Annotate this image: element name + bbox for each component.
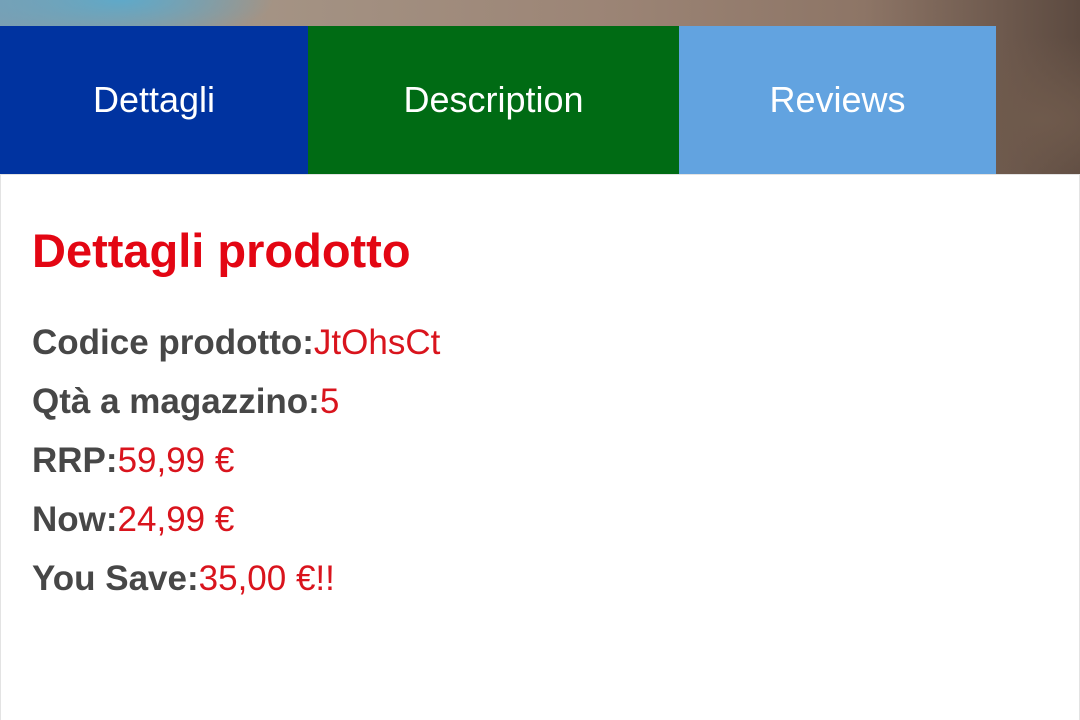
detail-label: Codice prodotto:	[32, 323, 314, 362]
detail-value: 5	[319, 382, 340, 421]
detail-label: Now:	[32, 500, 118, 539]
detail-row-rrp: RRP:59,99 €	[32, 439, 440, 498]
detail-row-now-price: Now:24,99 €	[32, 498, 440, 557]
detail-value: 24,99 €	[117, 500, 235, 539]
detail-label: Qtà a magazzino:	[32, 382, 320, 421]
product-tabs: Dettagli Description Reviews	[0, 26, 996, 174]
detail-value: 59,99 €	[117, 441, 235, 480]
detail-value: JtOhsCt	[313, 323, 441, 362]
details-panel: Dettagli prodotto Codice prodotto:JtOhsC…	[0, 174, 1080, 720]
detail-value: 35,00 €!!	[198, 559, 335, 598]
detail-row-product-code: Codice prodotto:JtOhsCt	[32, 321, 440, 380]
detail-label: You Save:	[32, 559, 199, 598]
tab-details[interactable]: Dettagli	[0, 26, 308, 174]
detail-label: RRP:	[32, 441, 118, 480]
tab-reviews[interactable]: Reviews	[679, 26, 996, 174]
details-title: Dettagli prodotto	[32, 224, 411, 277]
detail-row-savings: You Save:35,00 €!!	[32, 557, 440, 616]
tab-description[interactable]: Description	[308, 26, 679, 174]
details-list: Codice prodotto:JtOhsCt Qtà a magazzino:…	[32, 321, 440, 616]
product-page: Dettagli Description Reviews Dettagli pr…	[0, 0, 1080, 720]
detail-row-stock-qty: Qtà a magazzino:5	[32, 380, 440, 439]
